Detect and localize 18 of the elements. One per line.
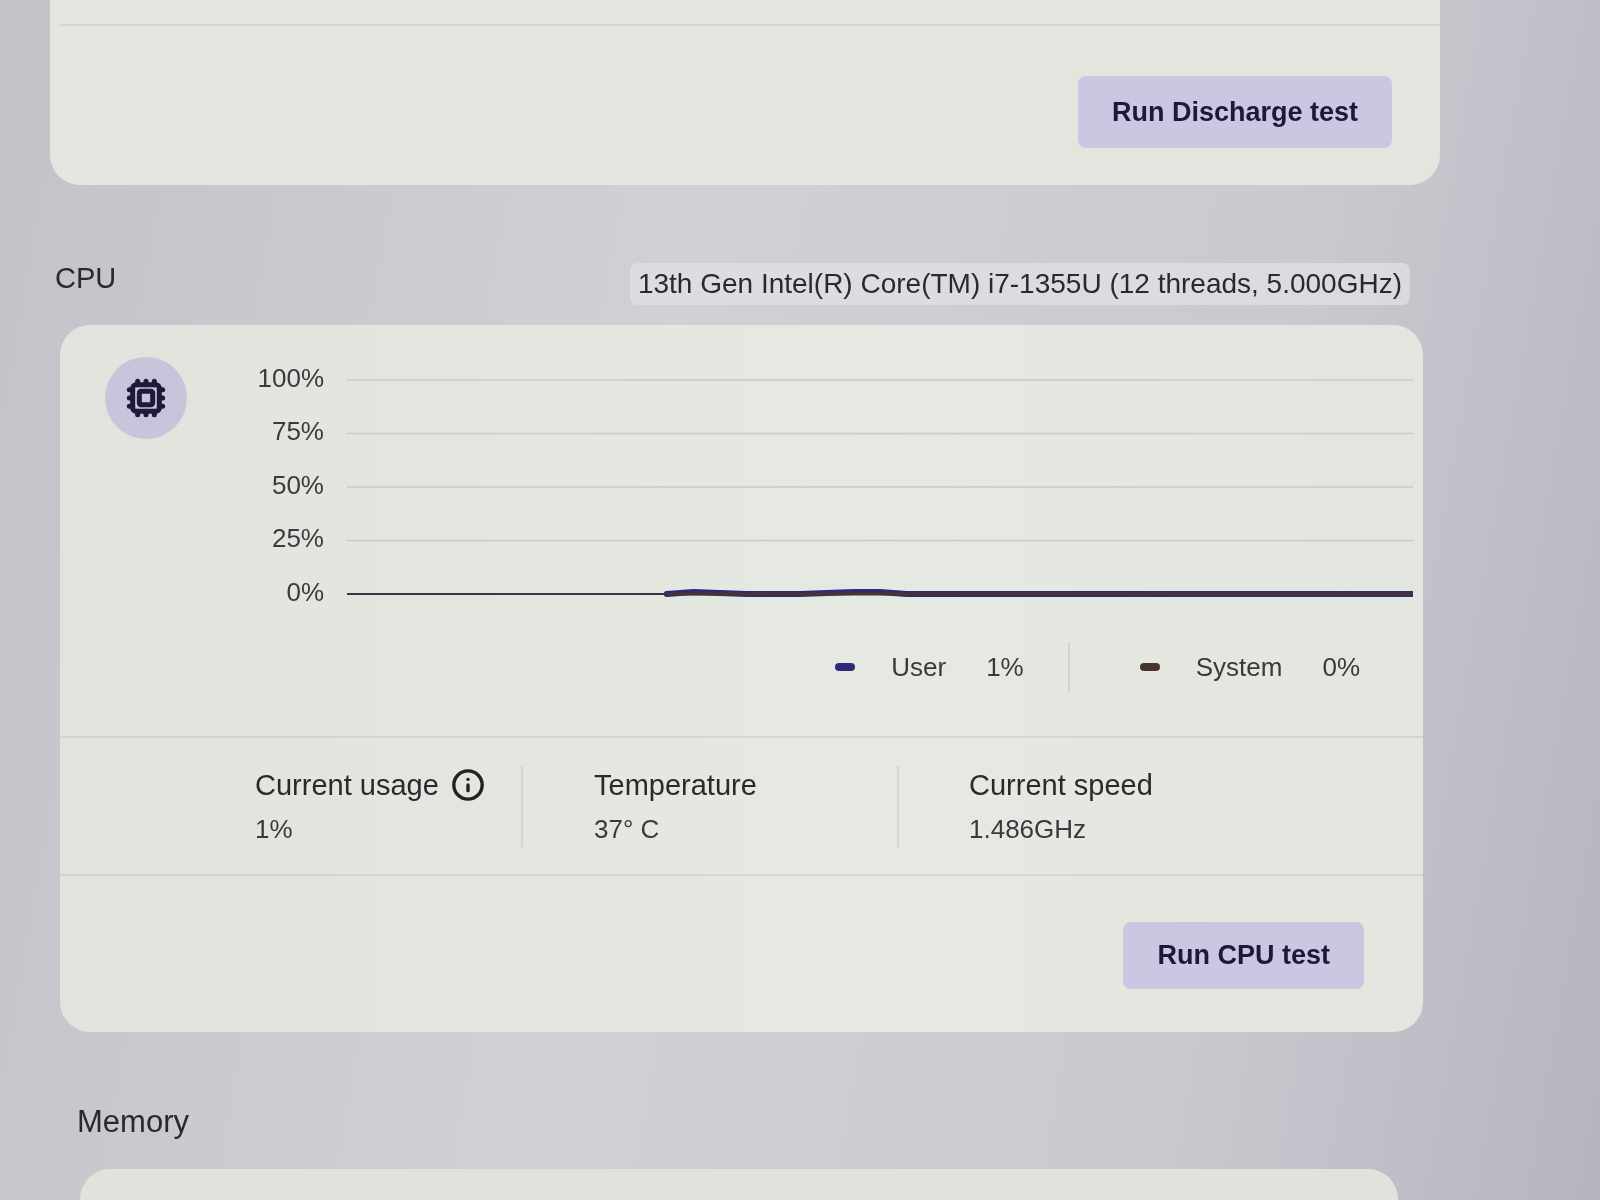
- section-title: Memory: [77, 1103, 189, 1141]
- axis-label: 0%: [286, 576, 324, 607]
- legend-reading: 1%: [986, 651, 1024, 684]
- legend-label: User: [891, 651, 947, 684]
- legend-reading: 0%: [1322, 651, 1360, 684]
- stat-value: 1%: [255, 812, 294, 846]
- axis-label: 25%: [271, 523, 324, 554]
- axis-label: 75%: [271, 416, 324, 447]
- stat-label: Current speed: [969, 767, 1153, 803]
- legend-label: System: [1195, 651, 1283, 684]
- stat-label: Current usage: [255, 767, 439, 803]
- axis-label: 100%: [257, 365, 324, 393]
- stat-value: 37° C: [594, 812, 661, 846]
- processor-name: 13th Gen Intel(R) Core(TM) i7-1355U (12 threads, 5.000GHz): [629, 263, 1410, 305]
- stat-value: 1.486GHz: [969, 812, 1088, 846]
- section-title: CPU: [55, 261, 117, 296]
- axis-label: 50%: [271, 469, 324, 500]
- stat-label: Temperature: [594, 767, 757, 803]
